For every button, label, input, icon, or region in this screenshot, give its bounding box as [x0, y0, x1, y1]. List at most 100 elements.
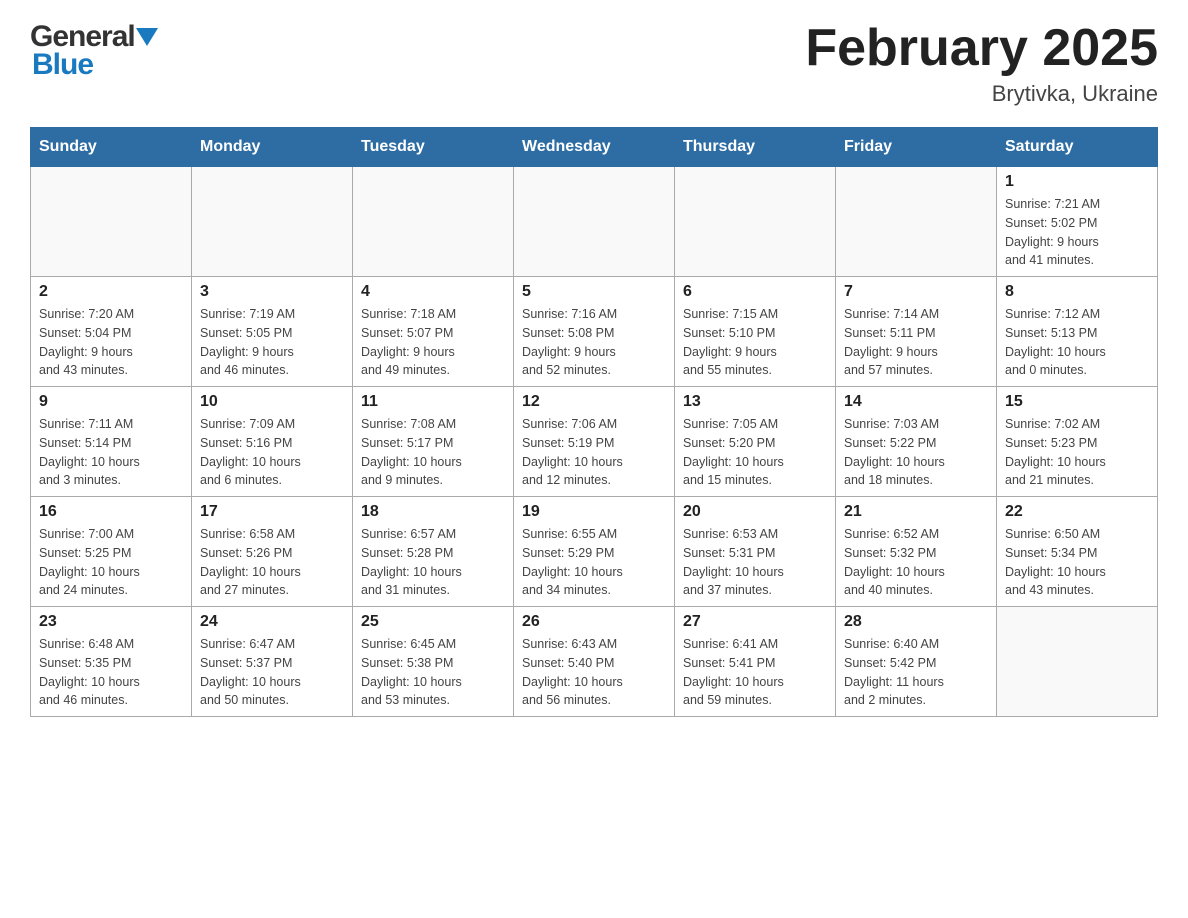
day-info: Sunrise: 7:19 AM Sunset: 5:05 PM Dayligh… — [200, 305, 344, 380]
calendar-day-cell: 28Sunrise: 6:40 AM Sunset: 5:42 PM Dayli… — [836, 607, 997, 717]
day-info: Sunrise: 7:21 AM Sunset: 5:02 PM Dayligh… — [1005, 195, 1149, 270]
day-info: Sunrise: 7:08 AM Sunset: 5:17 PM Dayligh… — [361, 415, 505, 490]
day-info: Sunrise: 7:12 AM Sunset: 5:13 PM Dayligh… — [1005, 305, 1149, 380]
calendar-day-cell: 22 Sunrise: 6:50 AM Sunset: 5:34 PM Dayli… — [997, 497, 1158, 607]
day-number: 17 — [200, 503, 344, 521]
day-info: Sunrise: 6:48 AM Sunset: 5:35 PM Dayligh… — [39, 635, 183, 710]
day-number: 11 — [361, 393, 505, 411]
header-friday: Friday — [836, 128, 997, 167]
calendar-day-cell: 17 Sunrise: 6:58 AM Sunset: 5:26 PM Dayli… — [192, 497, 353, 607]
header-wednesday: Wednesday — [514, 128, 675, 167]
day-number: 23 — [39, 613, 183, 631]
day-number: 9 — [39, 393, 183, 411]
calendar-day-cell: 18 Sunrise: 6:57 AM Sunset: 5:28 PM Dayli… — [353, 497, 514, 607]
calendar-day-cell — [514, 167, 675, 277]
calendar-day-cell: 25Sunrise: 6:45 AM Sunset: 5:38 PM Dayli… — [353, 607, 514, 717]
title-section: February 2025 Brytivka, Ukraine — [805, 20, 1158, 107]
weekday-header-row: Sunday Monday Tuesday Wednesday Thursday… — [31, 128, 1158, 167]
day-number: 18 — [361, 503, 505, 521]
calendar-day-cell: 7 Sunrise: 7:14 AM Sunset: 5:11 PM Daylig… — [836, 277, 997, 387]
day-number: 13 — [683, 393, 827, 411]
day-info: Sunrise: 7:14 AM Sunset: 5:11 PM Dayligh… — [844, 305, 988, 380]
calendar-day-cell: 8 Sunrise: 7:12 AM Sunset: 5:13 PM Daylig… — [997, 277, 1158, 387]
day-info: Sunrise: 6:41 AM Sunset: 5:41 PM Dayligh… — [683, 635, 827, 710]
day-number: 27 — [683, 613, 827, 631]
logo-triangle-icon — [136, 28, 158, 50]
calendar-day-cell: 14 Sunrise: 7:03 AM Sunset: 5:22 PM Dayli… — [836, 387, 997, 497]
calendar-day-cell: 26 Sunrise: 6:43 AM Sunset: 5:40 PM Dayli… — [514, 607, 675, 717]
day-info: Sunrise: 6:58 AM Sunset: 5:26 PM Dayligh… — [200, 525, 344, 600]
header-tuesday: Tuesday — [353, 128, 514, 167]
day-number: 21 — [844, 503, 988, 521]
day-number: 10 — [200, 393, 344, 411]
day-number: 26 — [522, 613, 666, 631]
day-number: 4 — [361, 283, 505, 301]
day-number: 2 — [39, 283, 183, 301]
day-info: Sunrise: 7:05 AM Sunset: 5:20 PM Dayligh… — [683, 415, 827, 490]
day-info: Sunrise: 6:57 AM Sunset: 5:28 PM Dayligh… — [361, 525, 505, 600]
calendar-title: February 2025 — [805, 20, 1158, 77]
day-number: 8 — [1005, 283, 1149, 301]
day-info: Sunrise: 7:02 AM Sunset: 5:23 PM Dayligh… — [1005, 415, 1149, 490]
calendar-day-cell: 3 Sunrise: 7:19 AM Sunset: 5:05 PM Daylig… — [192, 277, 353, 387]
day-info: Sunrise: 7:15 AM Sunset: 5:10 PM Dayligh… — [683, 305, 827, 380]
calendar-day-cell: 11 Sunrise: 7:08 AM Sunset: 5:17 PM Dayli… — [353, 387, 514, 497]
day-number: 16 — [39, 503, 183, 521]
day-number: 6 — [683, 283, 827, 301]
day-info: Sunrise: 6:52 AM Sunset: 5:32 PM Dayligh… — [844, 525, 988, 600]
day-number: 1 — [1005, 173, 1149, 191]
day-info: Sunrise: 7:20 AM Sunset: 5:04 PM Dayligh… — [39, 305, 183, 380]
day-number: 15 — [1005, 393, 1149, 411]
day-number: 12 — [522, 393, 666, 411]
calendar-day-cell: 19Sunrise: 6:55 AM Sunset: 5:29 PM Dayli… — [514, 497, 675, 607]
logo: General Blue — [30, 20, 158, 82]
day-info: Sunrise: 7:00 AM Sunset: 5:25 PM Dayligh… — [39, 525, 183, 600]
calendar-day-cell: 6 Sunrise: 7:15 AM Sunset: 5:10 PM Daylig… — [675, 277, 836, 387]
calendar-day-cell: 12 Sunrise: 7:06 AM Sunset: 5:19 PM Dayli… — [514, 387, 675, 497]
day-info: Sunrise: 7:18 AM Sunset: 5:07 PM Dayligh… — [361, 305, 505, 380]
day-info: Sunrise: 7:09 AM Sunset: 5:16 PM Dayligh… — [200, 415, 344, 490]
calendar-table: Sunday Monday Tuesday Wednesday Thursday… — [30, 127, 1158, 717]
page-header: General Blue February 2025 Brytivka, Ukr… — [30, 20, 1158, 107]
calendar-day-cell: 9 Sunrise: 7:11 AM Sunset: 5:14 PM Daylig… — [31, 387, 192, 497]
calendar-day-cell: 23 Sunrise: 6:48 AM Sunset: 5:35 PM Dayli… — [31, 607, 192, 717]
day-info: Sunrise: 7:16 AM Sunset: 5:08 PM Dayligh… — [522, 305, 666, 380]
calendar-day-cell — [836, 167, 997, 277]
day-number: 5 — [522, 283, 666, 301]
calendar-week-row: 16 Sunrise: 7:00 AM Sunset: 5:25 PM Dayli… — [31, 497, 1158, 607]
calendar-week-row: 2 Sunrise: 7:20 AM Sunset: 5:04 PM Daylig… — [31, 277, 1158, 387]
calendar-day-cell — [192, 167, 353, 277]
day-number: 14 — [844, 393, 988, 411]
header-monday: Monday — [192, 128, 353, 167]
calendar-day-cell: 13 Sunrise: 7:05 AM Sunset: 5:20 PM Dayli… — [675, 387, 836, 497]
day-number: 28 — [844, 613, 988, 631]
day-number: 3 — [200, 283, 344, 301]
day-info: Sunrise: 6:53 AM Sunset: 5:31 PM Dayligh… — [683, 525, 827, 600]
day-info: Sunrise: 7:03 AM Sunset: 5:22 PM Dayligh… — [844, 415, 988, 490]
day-info: Sunrise: 6:43 AM Sunset: 5:40 PM Dayligh… — [522, 635, 666, 710]
calendar-day-cell: 4 Sunrise: 7:18 AM Sunset: 5:07 PM Daylig… — [353, 277, 514, 387]
calendar-day-cell: 2 Sunrise: 7:20 AM Sunset: 5:04 PM Daylig… — [31, 277, 192, 387]
calendar-subtitle: Brytivka, Ukraine — [805, 81, 1158, 107]
calendar-day-cell: 24 Sunrise: 6:47 AM Sunset: 5:37 PM Dayli… — [192, 607, 353, 717]
header-sunday: Sunday — [31, 128, 192, 167]
day-number: 24 — [200, 613, 344, 631]
calendar-day-cell: 21 Sunrise: 6:52 AM Sunset: 5:32 PM Dayli… — [836, 497, 997, 607]
calendar-day-cell: 1 Sunrise: 7:21 AM Sunset: 5:02 PM Daylig… — [997, 167, 1158, 277]
day-info: Sunrise: 6:50 AM Sunset: 5:34 PM Dayligh… — [1005, 525, 1149, 600]
logo-blue-text: Blue — [32, 48, 93, 82]
day-number: 19 — [522, 503, 666, 521]
day-info: Sunrise: 7:11 AM Sunset: 5:14 PM Dayligh… — [39, 415, 183, 490]
calendar-day-cell: 10 Sunrise: 7:09 AM Sunset: 5:16 PM Dayli… — [192, 387, 353, 497]
day-info: Sunrise: 7:06 AM Sunset: 5:19 PM Dayligh… — [522, 415, 666, 490]
calendar-day-cell: 27 Sunrise: 6:41 AM Sunset: 5:41 PM Dayli… — [675, 607, 836, 717]
calendar-day-cell — [997, 607, 1158, 717]
calendar-week-row: 23 Sunrise: 6:48 AM Sunset: 5:35 PM Dayli… — [31, 607, 1158, 717]
calendar-day-cell — [31, 167, 192, 277]
day-info: Sunrise: 6:45 AM Sunset: 5:38 PM Dayligh… — [361, 635, 505, 710]
day-number: 22 — [1005, 503, 1149, 521]
day-info: Sunrise: 6:47 AM Sunset: 5:37 PM Dayligh… — [200, 635, 344, 710]
calendar-day-cell — [353, 167, 514, 277]
calendar-day-cell: 16 Sunrise: 7:00 AM Sunset: 5:25 PM Dayli… — [31, 497, 192, 607]
day-number: 7 — [844, 283, 988, 301]
